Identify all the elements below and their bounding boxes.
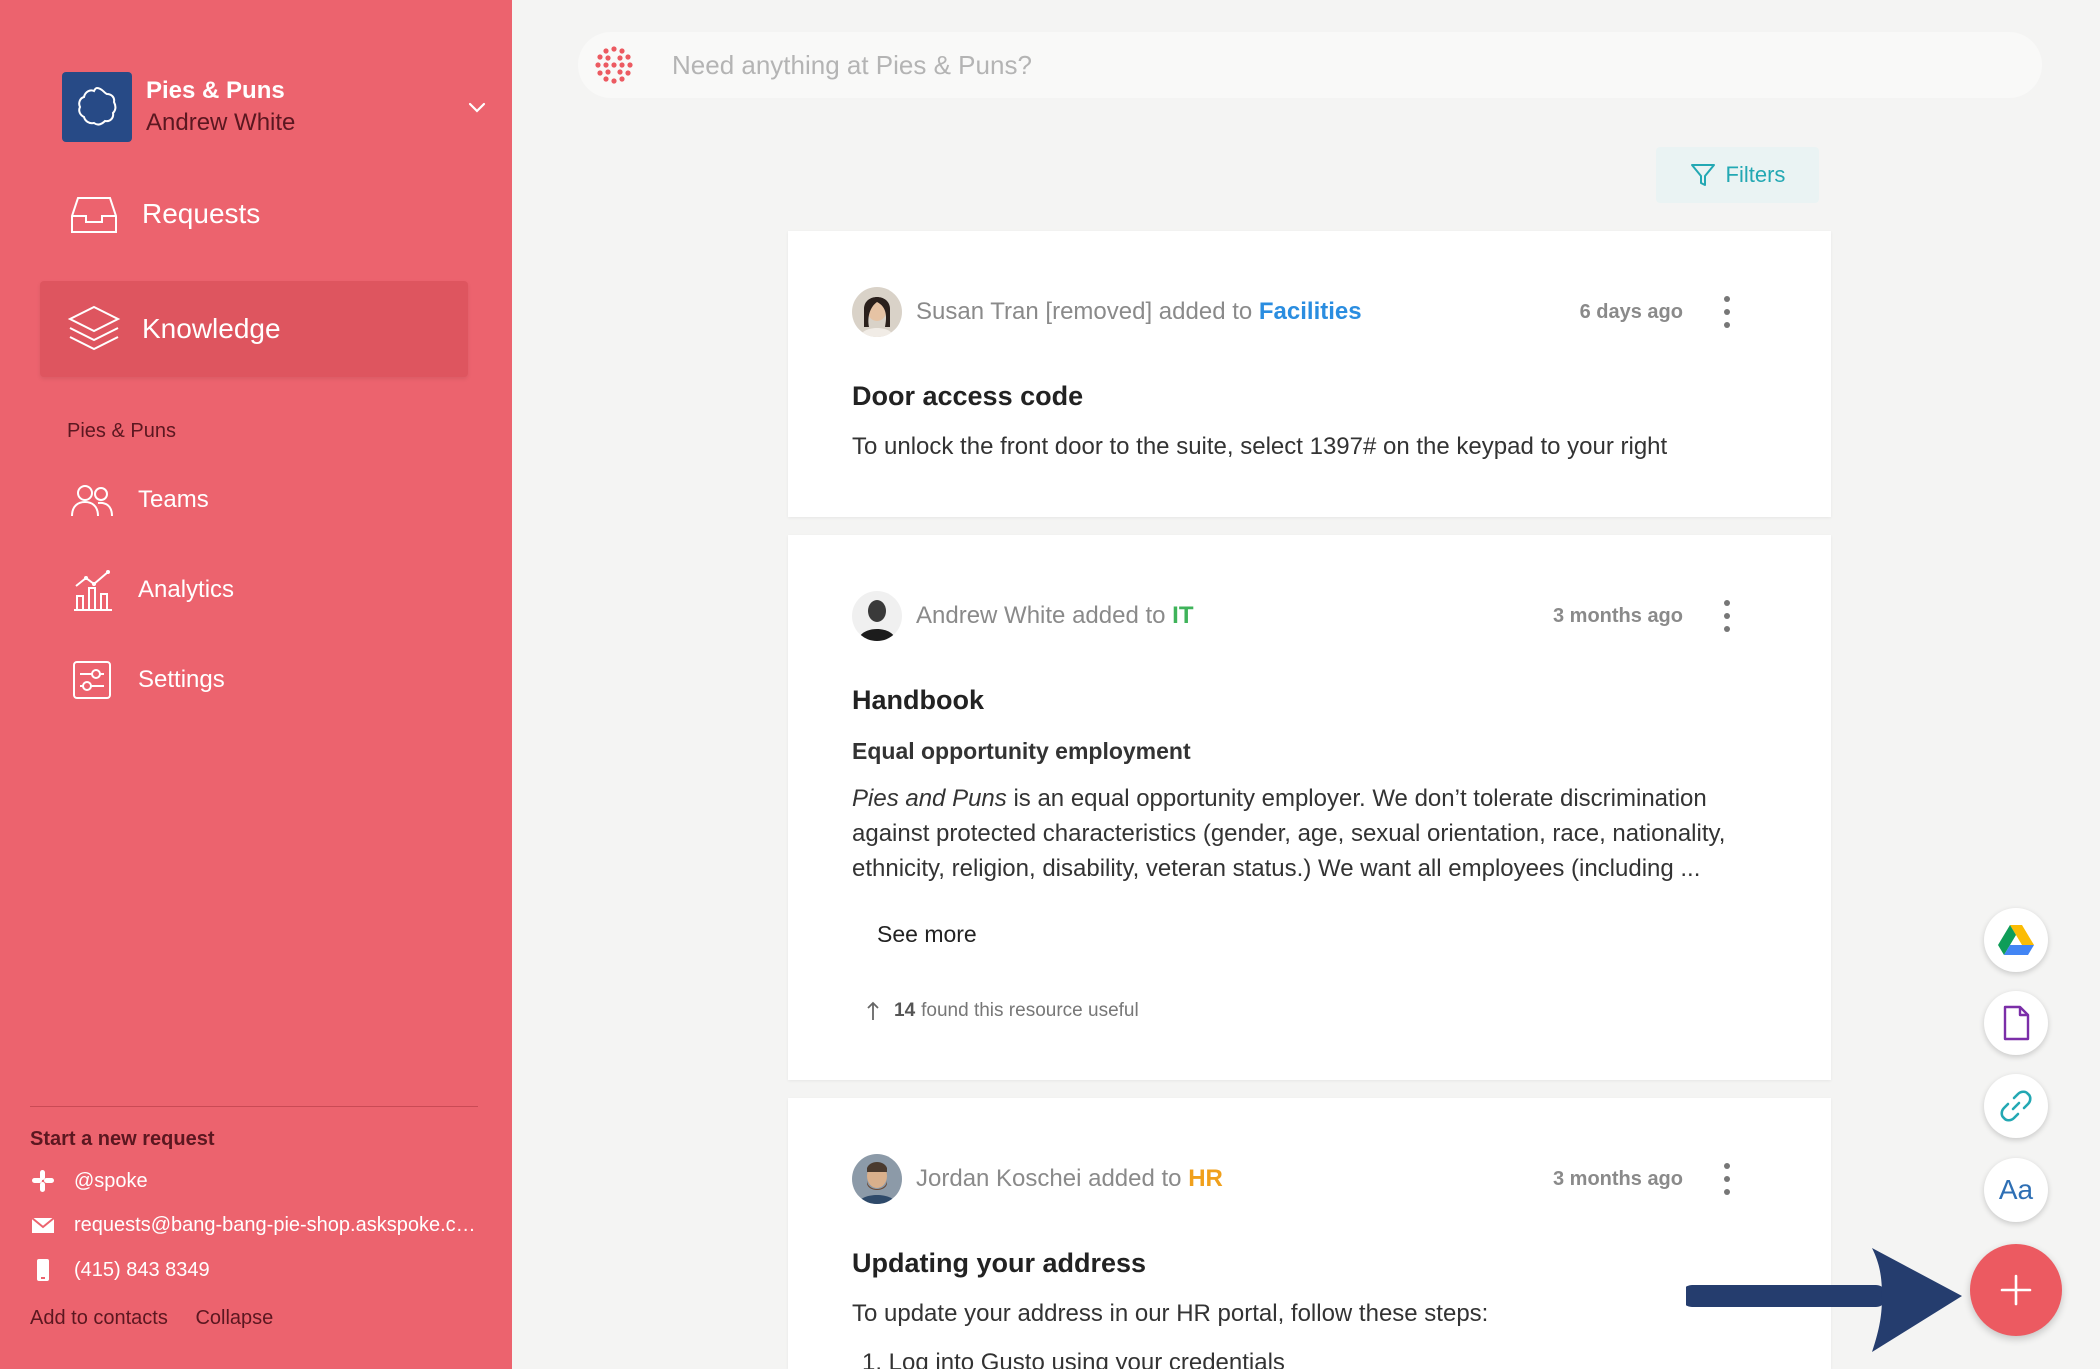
document-icon — [2003, 1005, 2030, 1041]
useful-counter[interactable]: 14 found this resource useful — [866, 1000, 1139, 1022]
phone-request-link[interactable]: (415) 843 8349 — [30, 1257, 480, 1283]
section-title: Pies & Puns — [67, 420, 176, 442]
search-bar[interactable]: Need anything at Pies & Puns? — [578, 32, 2042, 98]
card-body: Pies and Puns is an equal opportunity em… — [852, 781, 1752, 886]
email-request-link[interactable]: requests@bang-bang-pie-shop.askspoke.com — [30, 1212, 480, 1238]
card-timestamp: 6 days ago — [1579, 301, 1683, 323]
phone-icon — [37, 1259, 49, 1281]
more-options-icon[interactable] — [1721, 296, 1733, 328]
card-verb: added to — [1158, 298, 1253, 325]
plus-icon — [2000, 1274, 2032, 1306]
nav-knowledge-label: Knowledge — [142, 313, 281, 344]
sidebar: Pies & Puns Andrew White Requests Knowle… — [0, 0, 512, 1369]
card-meta: Andrew White added to IT — [916, 602, 1193, 630]
nav-knowledge[interactable]: Knowledge — [40, 281, 468, 377]
slack-icon — [32, 1170, 54, 1192]
footer-divider — [30, 1106, 478, 1107]
knowledge-card[interactable]: Susan Tran [removed] added to Facilities… — [788, 231, 1831, 517]
org-name: Pies & Puns — [146, 77, 285, 104]
footer-title: Start a new request — [30, 1128, 215, 1150]
nav-teams-label: Teams — [138, 486, 209, 513]
useful-count: 14 — [894, 1000, 916, 1021]
nav-requests-label: Requests — [142, 198, 261, 229]
card-team-link[interactable]: HR — [1188, 1165, 1223, 1192]
org-logo — [62, 72, 132, 142]
card-team-link[interactable]: Facilities — [1259, 298, 1362, 325]
slack-handle: @spoke — [74, 1169, 148, 1192]
user-name: Andrew White — [146, 109, 296, 136]
card-meta: Susan Tran [removed] added to Facilities — [916, 298, 1362, 326]
knowledge-card[interactable]: Jordan Koschei added to HR 3 months ago … — [788, 1098, 1831, 1369]
analytics-icon — [74, 570, 112, 611]
avatar — [852, 287, 902, 337]
link-icon — [2000, 1090, 2032, 1122]
add-document-button[interactable] — [1984, 991, 2048, 1055]
nav-analytics-label: Analytics — [138, 576, 235, 603]
footer-links: Add to contacts Collapse — [30, 1307, 295, 1330]
card-timestamp: 3 months ago — [1552, 1168, 1683, 1190]
collapse-link[interactable]: Collapse — [195, 1307, 273, 1329]
more-options-icon[interactable] — [1721, 600, 1733, 632]
chevron-down-icon[interactable] — [462, 92, 492, 122]
add-link-button[interactable] — [1984, 1074, 2048, 1138]
nav-teams[interactable]: Teams — [68, 472, 209, 528]
arrow-up-icon — [867, 1001, 879, 1020]
card-verb: added to — [1088, 1165, 1182, 1192]
org-switcher[interactable]: Pies & Puns Andrew White — [62, 72, 492, 142]
card-meta: Jordan Koschei added to HR — [916, 1165, 1223, 1193]
card-author[interactable]: Jordan Koschei — [916, 1165, 1081, 1192]
settings-icon — [73, 661, 111, 699]
org-logo-icon — [78, 86, 117, 126]
card-title[interactable]: Handbook — [852, 685, 984, 716]
spoke-logo-icon — [595, 46, 633, 84]
add-content-button[interactable] — [1970, 1244, 2062, 1336]
inbox-icon — [71, 197, 117, 233]
card-body: To unlock the front door to the suite, s… — [852, 433, 1668, 460]
add-to-contacts-link[interactable]: Add to contacts — [30, 1307, 168, 1329]
nav-settings-label: Settings — [138, 666, 225, 693]
card-team-link[interactable]: IT — [1172, 602, 1193, 629]
slack-request-link[interactable]: @spoke — [30, 1168, 480, 1194]
filter-icon — [1690, 164, 1715, 186]
useful-text: found this resource useful — [921, 1000, 1139, 1021]
mail-icon — [31, 1217, 55, 1233]
nav-analytics[interactable]: Analytics — [68, 562, 234, 618]
search-placeholder: Need anything at Pies & Puns? — [672, 49, 1032, 80]
card-author[interactable]: Andrew White — [916, 602, 1065, 629]
card-body: To update your address in our HR portal,… — [852, 1300, 1489, 1327]
card-subtitle: Equal opportunity employment — [852, 738, 1191, 764]
text-icon: Aa — [1998, 1174, 2034, 1205]
card-author[interactable]: Susan Tran [removed] — [916, 298, 1152, 325]
card-title[interactable]: Updating your address — [852, 1248, 1146, 1279]
card-verb: added to — [1072, 602, 1166, 629]
card-timestamp: 3 months ago — [1552, 605, 1683, 627]
annotation-arrow-icon — [1686, 1248, 1962, 1352]
card-list-item: 1. Log into Gusto using your credentials — [862, 1349, 1285, 1369]
see-more-button[interactable]: See more — [877, 921, 977, 948]
card-body-emphasis: Pies and Puns — [852, 785, 1007, 812]
knowledge-card[interactable]: Andrew White added to IT 3 months ago Ha… — [788, 535, 1831, 1080]
request-email: requests@bang-bang-pie-shop.askspoke.com — [74, 1213, 480, 1236]
layers-icon — [67, 305, 121, 351]
nav-settings[interactable]: Settings — [68, 652, 225, 708]
more-options-icon[interactable] — [1721, 1163, 1733, 1195]
add-google-drive-button[interactable] — [1984, 908, 2048, 972]
filters-button[interactable]: Filters — [1656, 147, 1819, 203]
nav-requests[interactable]: Requests — [40, 166, 468, 262]
google-drive-icon — [1998, 925, 2034, 955]
avatar — [852, 1154, 902, 1204]
card-title[interactable]: Door access code — [852, 381, 1083, 412]
avatar — [852, 591, 902, 641]
filters-label: Filters — [1725, 162, 1786, 187]
people-icon — [71, 485, 113, 517]
request-phone: (415) 843 8349 — [74, 1258, 210, 1281]
add-text-button[interactable]: Aa — [1984, 1158, 2048, 1222]
